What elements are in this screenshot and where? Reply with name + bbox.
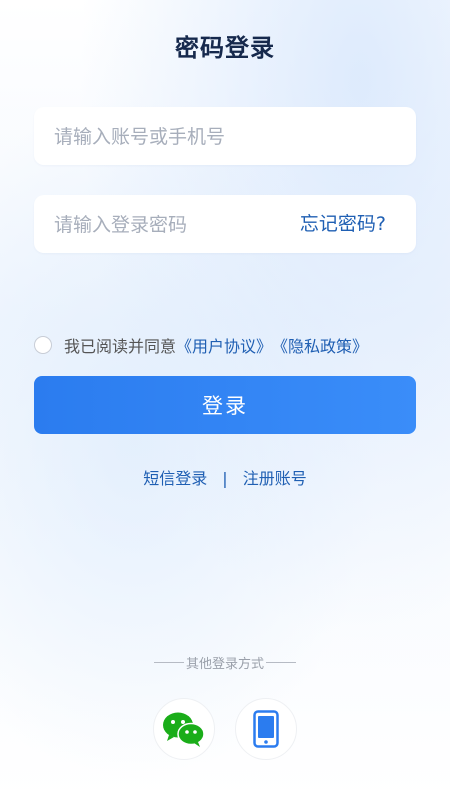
agreement-prefix: 我已阅读并同意: [64, 337, 177, 356]
other-login-divider: 其他登录方式: [0, 653, 450, 672]
password-field[interactable]: 忘记密码?: [34, 195, 416, 255]
sms-login-link[interactable]: 短信登录: [143, 469, 207, 488]
register-link[interactable]: 注册账号: [243, 469, 307, 488]
account-input[interactable]: [52, 107, 396, 167]
privacy-policy-link[interactable]: 《隐私政策》: [272, 333, 368, 357]
sub-links: 短信登录 | 注册账号: [0, 465, 450, 489]
forgot-password-link[interactable]: 忘记密码?: [300, 195, 386, 253]
user-agreement-link[interactable]: 《用户协议》: [176, 333, 272, 357]
divider-line-right: [266, 662, 296, 663]
divider-line-left: [153, 662, 184, 663]
phone-icon: [253, 710, 279, 748]
login-button[interactable]: 登录: [34, 376, 416, 434]
phone-login-button[interactable]: [235, 698, 297, 760]
wechat-icon: [163, 712, 205, 747]
page-title: 密码登录: [175, 34, 275, 62]
link-separator: |: [222, 469, 228, 488]
other-login-label: 其他登录方式: [185, 657, 264, 672]
password-input[interactable]: [52, 195, 286, 255]
wechat-login-button[interactable]: [153, 698, 215, 760]
other-login-icons: [0, 698, 450, 760]
account-field[interactable]: [34, 107, 416, 167]
agreement-row: 我已阅读并同意 《用户协议》 《隐私政策》: [34, 333, 368, 357]
agreement-checkbox[interactable]: [34, 336, 52, 354]
